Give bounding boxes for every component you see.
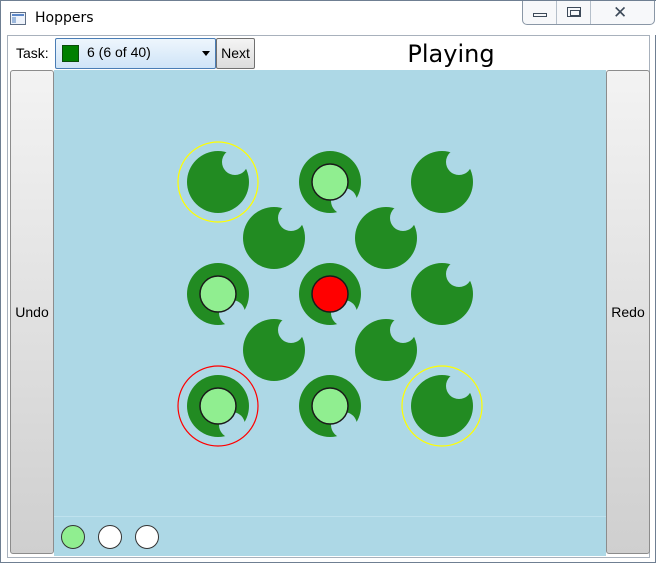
task-color-swatch xyxy=(62,45,79,62)
pad-notch xyxy=(446,261,472,287)
pad-notch xyxy=(390,317,416,343)
lily-pad[interactable] xyxy=(177,141,259,223)
title-bar[interactable]: Hoppers ✕ xyxy=(1,1,657,35)
close-button[interactable]: ✕ xyxy=(591,1,654,24)
close-icon: ✕ xyxy=(613,3,628,23)
caption-buttons: ✕ xyxy=(522,1,655,25)
board-canvas xyxy=(177,141,483,447)
next-button[interactable]: Next xyxy=(216,38,255,69)
green-frog[interactable] xyxy=(199,387,237,425)
lily-pad[interactable] xyxy=(187,263,249,326)
undo-button[interactable]: Undo xyxy=(10,70,54,554)
maximize-button[interactable] xyxy=(557,1,591,24)
pad-notch xyxy=(446,373,472,399)
green-frog[interactable] xyxy=(311,387,349,425)
pad-notch xyxy=(278,205,304,231)
game-board xyxy=(54,70,606,516)
lily-pad[interactable] xyxy=(355,205,417,269)
task-label: Task: xyxy=(16,45,49,61)
game-status: Playing xyxy=(407,40,495,68)
lily-pad[interactable] xyxy=(243,317,305,381)
redo-button[interactable]: Redo xyxy=(606,70,650,554)
task-dropdown[interactable]: 6 (6 of 40) xyxy=(55,38,216,69)
frog-token-empty xyxy=(135,525,159,549)
pad-notch xyxy=(222,149,248,175)
frog-token-empty xyxy=(98,525,122,549)
minimize-icon xyxy=(533,13,547,17)
app-window-icon xyxy=(10,12,26,25)
dropdown-arrow-icon xyxy=(202,51,210,56)
pad-notch xyxy=(446,149,472,175)
lily-pad[interactable] xyxy=(411,149,473,213)
pad-notch xyxy=(390,205,416,231)
green-frog[interactable] xyxy=(199,275,237,313)
lily-pad[interactable] xyxy=(243,205,305,269)
lily-pad[interactable] xyxy=(299,151,361,214)
maximize-icon xyxy=(567,7,581,17)
red-frog[interactable] xyxy=(311,275,349,313)
frog-tray xyxy=(54,516,606,556)
window-title: Hoppers xyxy=(35,10,94,26)
frog-token-filled xyxy=(61,525,85,549)
lily-pad[interactable] xyxy=(177,365,259,447)
pad-notch xyxy=(278,317,304,343)
lily-pad[interactable] xyxy=(299,375,361,438)
lily-pad[interactable] xyxy=(401,365,483,447)
lily-pad[interactable] xyxy=(299,263,361,326)
minimize-button[interactable] xyxy=(523,1,557,24)
lily-pad[interactable] xyxy=(411,261,473,325)
task-value: 6 (6 of 40) xyxy=(87,44,151,60)
green-frog[interactable] xyxy=(311,163,349,201)
lily-pad[interactable] xyxy=(355,317,417,381)
